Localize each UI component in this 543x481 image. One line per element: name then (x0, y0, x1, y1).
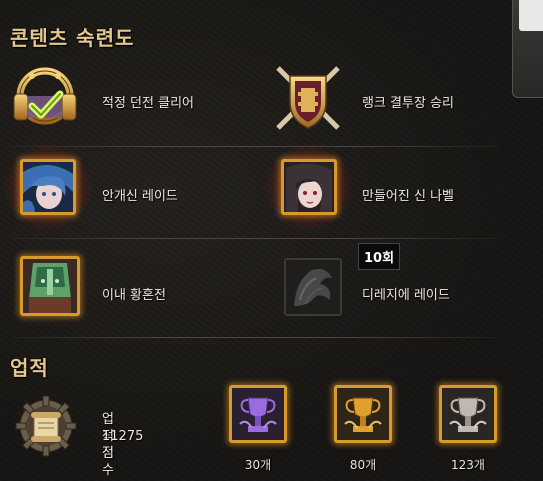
mastery-item-label: 안개신 레이드 (102, 189, 178, 204)
headset-check-icon (10, 66, 80, 132)
side-panel-edge (512, 0, 543, 98)
mastery-section-title: 콘텐츠 숙련도 (10, 26, 135, 50)
divider (10, 146, 500, 147)
gold-trophy-icon (334, 385, 392, 443)
mastery-item-label: 디레지에 레이드 (362, 288, 450, 303)
scroll-gear-icon (14, 394, 78, 458)
purple-trophy-icon (229, 385, 287, 443)
achievement-section-title: 업적 (10, 356, 49, 380)
green-armored-character-portrait-icon (20, 256, 80, 316)
achievement-score-value: 11275점 (102, 429, 144, 461)
divider (10, 238, 500, 239)
crossed-swords-shield-icon (268, 62, 348, 134)
count-tooltip: 10회 (358, 243, 401, 270)
mastery-item-label: 이내 황혼전 (102, 288, 166, 303)
mastery-item-label: 적정 던전 클리어 (102, 96, 194, 111)
trophy-count: 30개 (244, 458, 272, 472)
dark-haired-character-portrait-icon (281, 159, 337, 215)
trophy-count: 123개 (451, 458, 485, 472)
trophy-count: 80개 (349, 458, 377, 472)
mastery-item-label: 만들어진 신 나벨 (362, 189, 454, 204)
divider (10, 337, 500, 338)
shadow-creature-portrait-icon (284, 258, 342, 316)
silver-trophy-icon (439, 385, 497, 443)
mastery-item-label: 랭크 결투장 승리 (362, 96, 454, 111)
blue-haired-character-portrait-icon (20, 159, 76, 215)
